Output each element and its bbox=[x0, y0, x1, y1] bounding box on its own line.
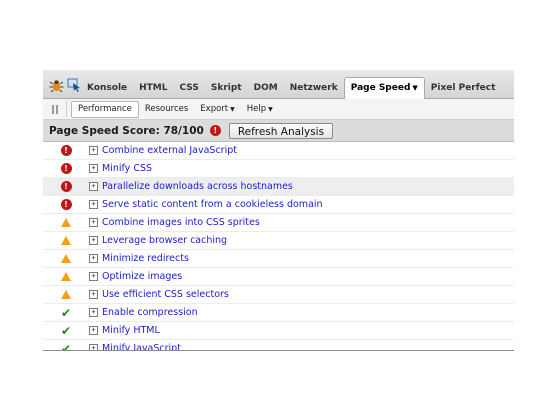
expand-icon[interactable]: + bbox=[89, 146, 98, 155]
rule-label[interactable]: Parallelize downloads across hostnames bbox=[102, 181, 293, 192]
page-speed-toolbar: Performance Resources Export ▼ Help ▼ bbox=[43, 99, 514, 120]
page-speed-score: Page Speed Score: 78/100 bbox=[49, 124, 204, 137]
pause-icon[interactable] bbox=[43, 104, 66, 114]
rule-status bbox=[43, 218, 89, 227]
rule-label[interactable]: Enable compression bbox=[102, 307, 198, 318]
expand-icon[interactable]: + bbox=[89, 218, 98, 227]
rule-status bbox=[43, 290, 89, 299]
rule-row[interactable]: ✔ + Minify JavaScript bbox=[43, 340, 514, 351]
rule-row[interactable]: ! + Parallelize downloads across hostnames bbox=[43, 178, 514, 196]
firebug-tab-bar: Konsole HTML CSS Skript DOM Netzwerk Pag… bbox=[43, 70, 514, 99]
expand-icon[interactable]: + bbox=[89, 326, 98, 335]
checkmark-icon: ✔ bbox=[60, 305, 72, 320]
rule-label[interactable]: Optimize images bbox=[102, 271, 182, 282]
rule-status bbox=[43, 254, 89, 263]
rule-status bbox=[43, 236, 89, 245]
rule-label[interactable]: Serve static content from a cookieless d… bbox=[102, 199, 323, 210]
tab-page-speed-label: Page Speed bbox=[350, 83, 411, 93]
error-icon: ! bbox=[60, 199, 72, 210]
warning-icon bbox=[61, 272, 71, 281]
rule-row[interactable]: + Minimize redirects bbox=[43, 250, 514, 268]
rule-label[interactable]: Leverage browser caching bbox=[102, 235, 227, 246]
checkmark-icon: ✔ bbox=[60, 323, 72, 338]
tab-page-speed[interactable]: Page Speed ▼ bbox=[343, 77, 425, 99]
rule-status: ✔ bbox=[43, 325, 89, 337]
rule-row[interactable]: + Combine images into CSS sprites bbox=[43, 214, 514, 232]
rule-label[interactable]: Combine images into CSS sprites bbox=[102, 217, 260, 228]
export-label: Export bbox=[200, 103, 229, 114]
error-icon: ! bbox=[60, 163, 72, 174]
expand-icon[interactable]: + bbox=[89, 200, 98, 209]
rule-row[interactable]: ! + Combine external JavaScript bbox=[43, 142, 514, 160]
rule-label[interactable]: Use efficient CSS selectors bbox=[102, 289, 229, 300]
expand-icon[interactable]: + bbox=[89, 182, 98, 191]
rule-status: ! bbox=[43, 163, 89, 174]
rule-status: ✔ bbox=[43, 307, 89, 319]
error-icon: ! bbox=[60, 145, 72, 156]
chevron-down-icon: ▼ bbox=[230, 105, 235, 113]
rule-row[interactable]: ! + Serve static content from a cookieless… bbox=[43, 196, 514, 214]
rules-list: ! + Combine external JavaScript! + Minify CS… bbox=[43, 142, 514, 351]
chevron-down-icon[interactable]: ▼ bbox=[412, 84, 417, 92]
expand-icon[interactable]: + bbox=[89, 308, 98, 317]
chevron-down-icon: ▼ bbox=[268, 105, 273, 113]
firebug-bug-icon[interactable] bbox=[49, 78, 64, 93]
rule-row[interactable]: + Use efficient CSS selectors bbox=[43, 286, 514, 304]
tab-css[interactable]: CSS bbox=[174, 78, 205, 98]
expand-icon[interactable]: + bbox=[89, 164, 98, 173]
resources-button[interactable]: Resources bbox=[139, 102, 194, 117]
score-bar: Page Speed Score: 78/100 ! Refresh Analy… bbox=[43, 120, 514, 142]
error-icon: ! bbox=[60, 181, 72, 192]
warning-icon bbox=[61, 236, 71, 245]
tab-konsole[interactable]: Konsole bbox=[81, 78, 133, 98]
rule-status: ! bbox=[43, 199, 89, 210]
rule-label[interactable]: Minify CSS bbox=[102, 163, 152, 174]
rule-label[interactable]: Minimize redirects bbox=[102, 253, 189, 264]
rule-status: ! bbox=[43, 181, 89, 192]
firebug-panel: Konsole HTML CSS Skript DOM Netzwerk Pag… bbox=[43, 70, 514, 351]
warning-icon bbox=[61, 254, 71, 263]
expand-icon[interactable]: + bbox=[89, 272, 98, 281]
warning-icon bbox=[61, 290, 71, 299]
export-menu[interactable]: Export ▼ bbox=[194, 102, 240, 117]
firebug-icons bbox=[43, 72, 81, 98]
rule-row[interactable]: ✔ + Enable compression bbox=[43, 304, 514, 322]
expand-icon[interactable]: + bbox=[89, 290, 98, 299]
checkmark-icon: ✔ bbox=[60, 341, 72, 351]
rule-row[interactable]: ✔ + Minify HTML bbox=[43, 322, 514, 340]
rule-label[interactable]: Combine external JavaScript bbox=[102, 145, 237, 156]
help-menu[interactable]: Help ▼ bbox=[241, 102, 279, 117]
performance-button[interactable]: Performance bbox=[71, 100, 139, 118]
refresh-analysis-button[interactable]: Refresh Analysis bbox=[228, 122, 334, 139]
tab-netzwerk[interactable]: Netzwerk bbox=[284, 78, 344, 98]
expand-icon[interactable]: + bbox=[89, 344, 98, 350]
warning-icon bbox=[61, 218, 71, 227]
error-icon: ! bbox=[209, 125, 221, 136]
rule-status bbox=[43, 272, 89, 281]
tab-skript[interactable]: Skript bbox=[205, 78, 248, 98]
inspect-element-icon[interactable] bbox=[67, 78, 81, 92]
rule-label[interactable]: Minify HTML bbox=[102, 325, 160, 336]
rule-row[interactable]: + Leverage browser caching bbox=[43, 232, 514, 250]
rule-status: ✔ bbox=[43, 341, 89, 351]
tab-html[interactable]: HTML bbox=[133, 78, 173, 98]
rule-status: ! bbox=[43, 145, 89, 156]
tab-pixel-perfect[interactable]: Pixel Perfect bbox=[425, 78, 502, 98]
tab-dom[interactable]: DOM bbox=[248, 78, 284, 98]
expand-icon[interactable]: + bbox=[89, 254, 98, 263]
rule-row[interactable]: ! + Minify CSS bbox=[43, 160, 514, 178]
expand-icon[interactable]: + bbox=[89, 236, 98, 245]
rule-label[interactable]: Minify JavaScript bbox=[102, 343, 181, 350]
help-label: Help bbox=[246, 103, 267, 114]
rule-row[interactable]: + Optimize images bbox=[43, 268, 514, 286]
toolbar-divider bbox=[66, 101, 67, 117]
